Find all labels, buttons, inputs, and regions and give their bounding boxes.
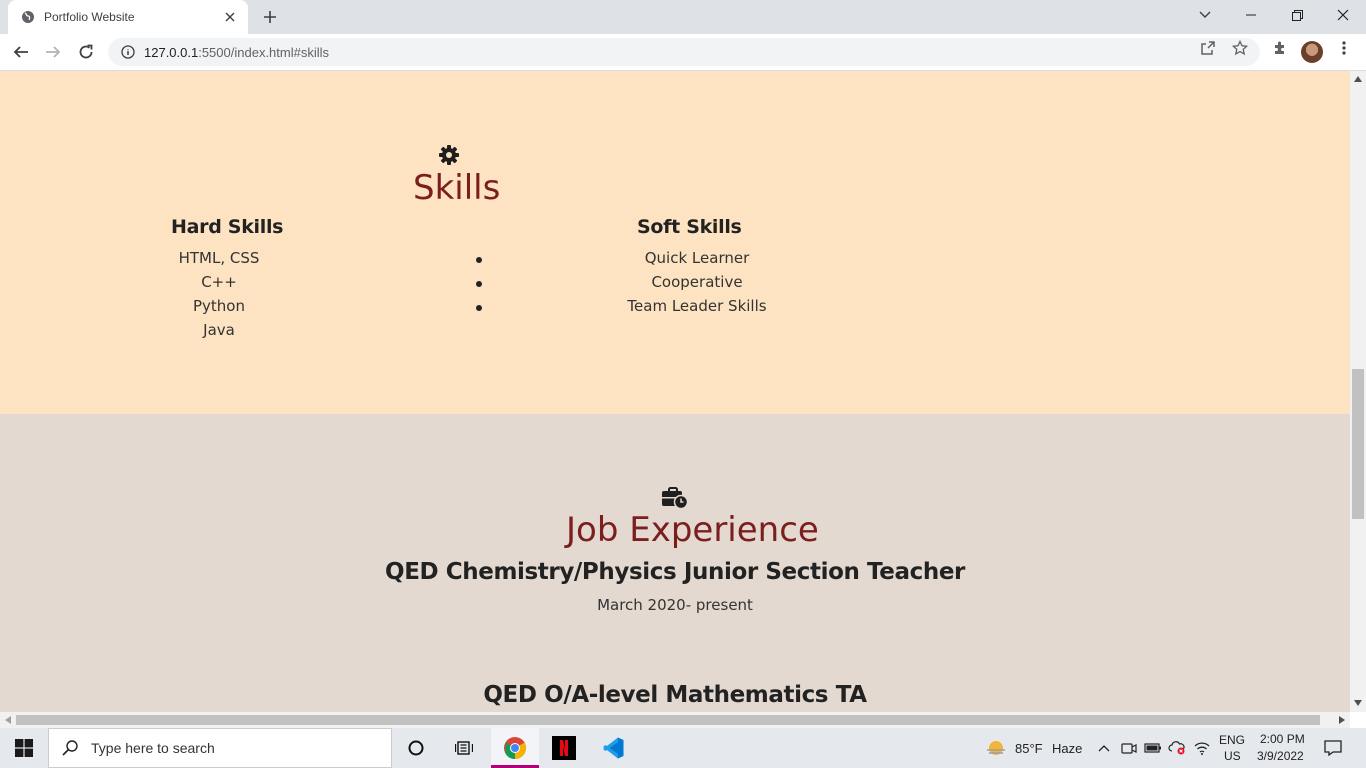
browser-tab[interactable]: Portfolio Website (8, 0, 248, 34)
battery-icon[interactable] (1143, 728, 1163, 768)
windows-logo-icon (15, 739, 33, 757)
scroll-left-icon[interactable] (4, 716, 12, 724)
close-window-button[interactable] (1320, 0, 1366, 30)
netflix-icon (552, 736, 576, 760)
hard-skill-item: HTML, CSS (178, 249, 260, 267)
menu-kebab-icon[interactable] (1336, 40, 1352, 56)
url-text: 127.0.0.1:5500/index.html#skills (144, 44, 330, 60)
reload-button[interactable] (72, 38, 100, 66)
restore-button[interactable] (1274, 0, 1320, 30)
close-tab-icon[interactable] (222, 9, 238, 25)
tab-title: Portfolio Website (44, 10, 135, 24)
bookmark-star-icon[interactable] (1232, 40, 1248, 56)
tab-strip: Portfolio Website (0, 0, 1366, 34)
hard-skill-item: Python (193, 297, 245, 315)
job-title: QED Chemistry/Physics Junior Section Tea… (385, 559, 965, 585)
skills-title: Skills (413, 168, 501, 208)
meet-now-icon[interactable] (1120, 728, 1138, 768)
new-tab-button[interactable] (258, 5, 282, 29)
start-button[interactable] (0, 728, 48, 768)
soft-skill-item: Team Leader Skills (627, 297, 767, 315)
page-viewport: Skills Hard Skills HTML, CSS C++ Python … (0, 71, 1350, 712)
list-bullet (476, 257, 482, 263)
chrome-taskbar-button[interactable] (491, 728, 539, 768)
task-view-button[interactable] (444, 728, 484, 768)
netflix-taskbar-button[interactable] (540, 728, 588, 768)
back-button[interactable] (7, 38, 35, 66)
search-icon (62, 740, 78, 756)
briefcase-clock-icon (661, 486, 689, 510)
tab-search-icon[interactable] (1182, 0, 1228, 30)
chevron-up-icon[interactable] (1096, 728, 1112, 768)
soft-skill-item: Quick Learner (644, 249, 750, 267)
notifications-icon[interactable] (1318, 728, 1348, 768)
windows-taskbar: Type here to search 85°F Haze ENG US 2:0… (0, 728, 1366, 768)
chrome-icon (504, 737, 526, 759)
clock-date[interactable]: 3/9/2022 (1257, 749, 1304, 763)
soft-skills-title: Soft Skills (637, 216, 742, 238)
extensions-icon[interactable] (1272, 40, 1288, 56)
cortana-circle-icon (408, 740, 424, 756)
forward-button[interactable] (39, 38, 67, 66)
weather-condition[interactable]: Haze (1052, 741, 1082, 756)
vscode-taskbar-button[interactable] (589, 728, 637, 768)
job-date: March 2020- present (597, 596, 753, 614)
hard-skill-item: C++ (201, 273, 237, 291)
scroll-down-icon[interactable] (1354, 699, 1362, 707)
scroll-right-icon[interactable] (1338, 716, 1346, 724)
horizontal-scrollbar[interactable] (0, 712, 1350, 728)
scrollbar-thumb[interactable] (16, 715, 1320, 725)
soft-skill-item: Cooperative (651, 273, 743, 291)
site-info-icon[interactable] (120, 44, 136, 60)
share-icon[interactable] (1200, 40, 1216, 56)
search-placeholder: Type here to search (91, 740, 215, 756)
vscode-icon (603, 737, 624, 759)
job-experience-section: Job Experience QED Chemistry/Physics Jun… (0, 414, 1350, 712)
gear-icon (438, 144, 460, 166)
wifi-icon[interactable] (1192, 728, 1212, 768)
address-bar[interactable]: 127.0.0.1:5500/index.html#skills (108, 38, 1260, 66)
task-view-icon (455, 741, 473, 755)
browser-toolbar: 127.0.0.1:5500/index.html#skills (0, 34, 1366, 71)
scroll-up-icon[interactable] (1354, 75, 1362, 83)
scrollbar-thumb[interactable] (1352, 369, 1364, 519)
skills-section: Skills Hard Skills HTML, CSS C++ Python … (0, 71, 1350, 414)
input-language[interactable]: ENG (1219, 733, 1245, 747)
globe-icon (20, 9, 36, 25)
weather-icon[interactable] (982, 728, 1010, 768)
job-title: QED O/A-level Mathematics TA (483, 682, 867, 708)
taskbar-search-box[interactable]: Type here to search (48, 728, 392, 768)
hard-skills-title: Hard Skills (171, 216, 284, 238)
job-experience-title: Job Experience (566, 510, 819, 550)
list-bullet (476, 281, 482, 287)
minimize-button[interactable] (1228, 0, 1274, 30)
weather-temp[interactable]: 85°F (1015, 741, 1043, 756)
list-bullet (476, 305, 482, 311)
onedrive-error-icon[interactable] (1167, 728, 1187, 768)
cortana-button[interactable] (396, 728, 436, 768)
profile-avatar[interactable] (1301, 41, 1323, 63)
hard-skill-item: Java (203, 321, 235, 339)
vertical-scrollbar[interactable] (1350, 71, 1366, 712)
clock-time[interactable]: 2:00 PM (1260, 732, 1305, 746)
input-region[interactable]: US (1224, 749, 1241, 763)
